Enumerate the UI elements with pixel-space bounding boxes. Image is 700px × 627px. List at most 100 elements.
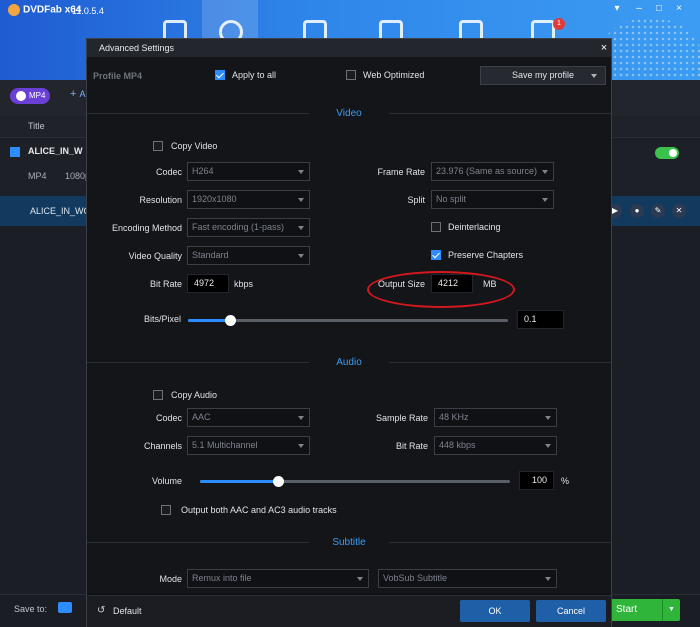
divider: [389, 542, 611, 543]
resolution-label: Resolution: [139, 195, 182, 205]
video-quality-select[interactable]: Standard: [187, 246, 310, 265]
video-section-header: Video: [336, 108, 362, 119]
volume-slider-fill: [200, 480, 278, 483]
copy-audio-label: Copy Audio: [171, 390, 218, 400]
task-format: MP4: [28, 171, 47, 181]
audio-codec-label: Codec: [155, 413, 182, 423]
divider: [87, 542, 309, 543]
sample-rate-select[interactable]: 48 KHz: [434, 408, 557, 427]
column-title: Title: [28, 121, 45, 131]
profile-label: Profile MP4: [93, 71, 143, 81]
video-codec-label: Codec: [155, 167, 182, 177]
reset-icon[interactable]: ↺: [97, 605, 105, 616]
chevron-down-icon: [298, 198, 304, 202]
audio-bit-rate-select[interactable]: 448 kbps: [434, 436, 557, 455]
video-quality-label: Video Quality: [128, 251, 182, 261]
copy-video-checkbox[interactable]: [153, 141, 163, 151]
both-audio-tracks-checkbox[interactable]: [161, 505, 171, 515]
add-source-button[interactable]: + A: [70, 88, 86, 100]
task-checkbox[interactable]: [10, 147, 20, 157]
chevron-down-icon: [545, 577, 551, 581]
folder-icon[interactable]: [58, 602, 72, 613]
resolution-select[interactable]: 1920x1080: [187, 190, 310, 209]
deinterlacing-label: Deinterlacing: [448, 222, 501, 232]
chevron-down-icon: [545, 416, 551, 420]
wrench-icon[interactable]: ✎: [651, 204, 665, 218]
cancel-button[interactable]: Cancel: [536, 600, 606, 622]
save-profile-button[interactable]: Save my profile: [480, 66, 606, 85]
bits-pixel-slider-track[interactable]: [188, 319, 508, 322]
split-select[interactable]: No split: [431, 190, 554, 209]
chevron-down-icon: [298, 444, 304, 448]
subtitle-section-header: Subtitle: [332, 537, 366, 548]
divider: [389, 362, 611, 363]
dialog-title: Advanced Settings: [87, 39, 611, 57]
subtitle-type-select[interactable]: VobSub Subtitle: [378, 569, 557, 588]
dvdfab-logo: DVDFab x64: [8, 4, 81, 16]
volume-unit: %: [561, 476, 570, 486]
chevron-down-icon: [542, 198, 548, 202]
apply-all-label: Apply to all: [232, 70, 277, 80]
sample-rate-label: Sample Rate: [375, 413, 428, 423]
bits-pixel-input[interactable]: 0.1: [517, 310, 564, 329]
chevron-down-icon: [298, 170, 304, 174]
bit-rate-unit: kbps: [234, 279, 254, 289]
subtitle-mode-label: Mode: [159, 574, 182, 584]
minimize-icon[interactable]: –: [632, 2, 646, 16]
apply-all-checkbox[interactable]: [215, 70, 225, 80]
video-codec-select[interactable]: H264: [187, 162, 310, 181]
app-version: 11.0.5.4: [72, 6, 104, 16]
web-optimized-checkbox[interactable]: [346, 70, 356, 80]
preserve-chapters-checkbox[interactable]: [431, 250, 441, 260]
chevron-down-icon: [298, 226, 304, 230]
divider: [389, 113, 611, 114]
divider: [87, 113, 309, 114]
audio-codec-select[interactable]: AAC: [187, 408, 310, 427]
volume-input[interactable]: 100: [519, 471, 554, 490]
ok-button[interactable]: OK: [460, 600, 530, 622]
bit-rate-label: Bit Rate: [149, 279, 182, 289]
copy-audio-checkbox[interactable]: [153, 390, 163, 400]
save-to-label: Save to:: [14, 604, 48, 614]
volume-slider-handle[interactable]: [273, 476, 284, 487]
chevron-down-icon[interactable]: ▼: [662, 599, 680, 621]
format-button[interactable]: MP4: [10, 88, 50, 104]
chevron-down-icon: [298, 254, 304, 258]
chevron-down-icon: [542, 170, 548, 174]
deinterlacing-checkbox[interactable]: [431, 222, 441, 232]
dialog-footer: [87, 595, 611, 627]
frame-rate-label: Frame Rate: [377, 167, 425, 177]
audio-icon[interactable]: ●: [630, 204, 644, 218]
volume-label: Volume: [151, 476, 182, 486]
close-icon[interactable]: ×: [672, 2, 686, 16]
dialog-close-icon[interactable]: ×: [597, 40, 611, 56]
remove-icon[interactable]: ✕: [672, 204, 686, 218]
task-title: ALICE_IN_W: [28, 146, 83, 156]
audio-section-header: Audio: [336, 357, 362, 368]
decorative-globe: [600, 18, 700, 88]
both-audio-tracks-label: Output both AAC and AC3 audio tracks: [181, 505, 337, 515]
chevron-down-icon: [591, 74, 597, 78]
menu-icon[interactable]: ▾: [610, 2, 624, 16]
copy-video-label: Copy Video: [171, 141, 218, 151]
split-label: Split: [407, 195, 425, 205]
encoding-method-select[interactable]: Fast encoding (1-pass): [187, 218, 310, 237]
sub-task-title: ALICE_IN_WO: [30, 206, 91, 216]
notification-badge: 1: [553, 18, 565, 30]
maximize-icon[interactable]: □: [652, 2, 666, 16]
frame-rate-select[interactable]: 23.976 (Same as source): [431, 162, 554, 181]
bits-pixel-label: Bits/Pixel: [143, 314, 181, 324]
task-toggle[interactable]: [655, 147, 679, 159]
encoding-method-label: Encoding Method: [111, 223, 182, 233]
subtitle-mode-select[interactable]: Remux into file: [187, 569, 369, 588]
bit-rate-input[interactable]: 4972: [187, 274, 229, 293]
bits-pixel-slider-handle[interactable]: [225, 315, 236, 326]
preserve-chapters-label: Preserve Chapters: [448, 250, 524, 260]
chevron-down-icon: [298, 416, 304, 420]
channels-select[interactable]: 5.1 Multichannel: [187, 436, 310, 455]
advanced-settings-dialog: Advanced Settings × Profile MP4 Apply to…: [86, 38, 612, 627]
default-button[interactable]: Default: [113, 606, 142, 616]
start-button[interactable]: Start ▼: [610, 599, 680, 621]
highlight-ellipse: [367, 271, 515, 308]
audio-bit-rate-label: Bit Rate: [395, 441, 428, 451]
